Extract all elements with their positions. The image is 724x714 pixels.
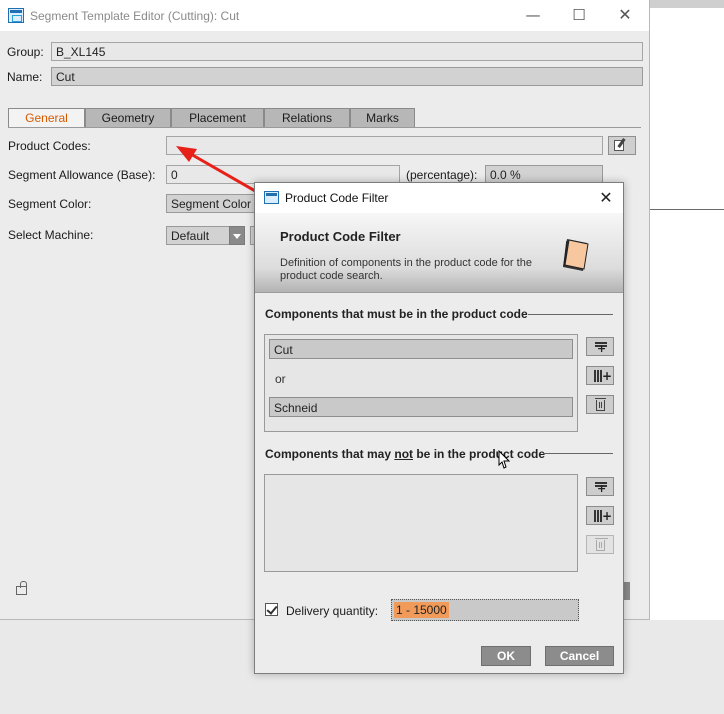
segment-color-label: Segment Color:	[8, 197, 92, 211]
cancel-button[interactable]: Cancel	[545, 646, 614, 666]
delivery-quantity-value: 1 - 15000	[394, 602, 449, 618]
tab-marks[interactable]: Marks	[350, 108, 415, 128]
add-column-button[interactable]	[586, 506, 614, 525]
tab-geometry[interactable]: Geometry	[85, 108, 171, 128]
tab-general[interactable]: General	[8, 108, 85, 128]
add-row-button[interactable]	[586, 477, 614, 496]
name-label: Name:	[7, 70, 43, 84]
background-window	[650, 8, 724, 620]
background-divider	[650, 209, 724, 210]
mouse-cursor-icon	[498, 450, 511, 469]
may-not-label-part: Components that may	[265, 447, 395, 461]
may-not-label-emphasis: not	[394, 447, 414, 461]
list-item[interactable]: Schneid	[269, 397, 573, 417]
dialog-close-button[interactable]: ✕	[595, 187, 617, 209]
dialog-header-title: Product Code Filter	[280, 229, 401, 244]
edit-product-codes-button[interactable]	[608, 136, 636, 155]
window-title: Segment Template Editor (Cutting): Cut	[30, 9, 240, 23]
product-code-filter-dialog: Product Code Filter ✕ Product Code Filte…	[254, 182, 624, 674]
add-row-button[interactable]	[586, 337, 614, 356]
machine-select[interactable]: Default	[166, 226, 230, 245]
group-field[interactable]: B_XL145	[51, 42, 643, 61]
delivery-quantity-input[interactable]: 1 - 15000	[391, 599, 579, 621]
or-separator: or	[275, 372, 286, 386]
maximize-button[interactable]: ☐	[556, 0, 602, 31]
trash-icon	[595, 538, 606, 551]
tab-underline	[8, 127, 641, 128]
must-section-line	[528, 314, 613, 315]
tab-placement[interactable]: Placement	[171, 108, 264, 128]
book-icon	[563, 239, 589, 271]
add-row-icon	[595, 342, 607, 354]
must-section-label: Components that must be in the product c…	[265, 307, 528, 321]
must-components-list[interactable]: Cut or Schneid	[264, 334, 578, 432]
may-not-label-part: be in the product code	[413, 447, 546, 461]
dialog-title: Product Code Filter	[285, 191, 389, 205]
minimize-button[interactable]: —	[510, 0, 556, 31]
may-not-section-line	[543, 453, 613, 454]
add-row-icon	[595, 482, 607, 494]
may-not-components-list[interactable]	[264, 474, 578, 572]
lock-icon[interactable]	[16, 581, 27, 595]
delete-button[interactable]	[586, 395, 614, 414]
delivery-quantity-checkbox[interactable]	[265, 603, 278, 616]
add-column-icon	[594, 510, 612, 522]
dialog-header-description: Definition of components in the product …	[280, 257, 532, 282]
name-field[interactable]: Cut	[51, 67, 643, 86]
edit-icon	[614, 140, 624, 151]
product-codes-field[interactable]	[166, 136, 603, 155]
close-button[interactable]: ✕	[602, 0, 648, 31]
desktop-strip	[650, 0, 724, 8]
select-machine-label: Select Machine:	[8, 228, 94, 242]
list-item[interactable]: Cut	[269, 339, 573, 359]
segment-allowance-label: Segment Allowance (Base):	[8, 168, 156, 182]
percentage-label: (percentage):	[406, 168, 478, 182]
add-column-icon	[594, 370, 612, 382]
dialog-titlebar[interactable]: Product Code Filter ✕	[255, 183, 623, 213]
chevron-down-icon[interactable]	[229, 226, 245, 245]
app-icon	[8, 8, 24, 23]
delete-button-disabled	[586, 535, 614, 554]
add-column-button[interactable]	[586, 366, 614, 385]
delivery-quantity-label: Delivery quantity:	[286, 604, 379, 618]
group-label: Group:	[7, 45, 44, 59]
product-codes-label: Product Codes:	[8, 139, 91, 153]
dialog-header: Product Code Filter Definition of compon…	[255, 213, 623, 293]
trash-icon	[595, 398, 606, 411]
dialog-app-icon	[264, 191, 279, 204]
tab-relations[interactable]: Relations	[264, 108, 350, 128]
ok-button[interactable]: OK	[481, 646, 531, 666]
window-titlebar[interactable]: Segment Template Editor (Cutting): Cut —…	[0, 0, 649, 31]
segment-color-button[interactable]: Segment Color	[166, 194, 256, 213]
